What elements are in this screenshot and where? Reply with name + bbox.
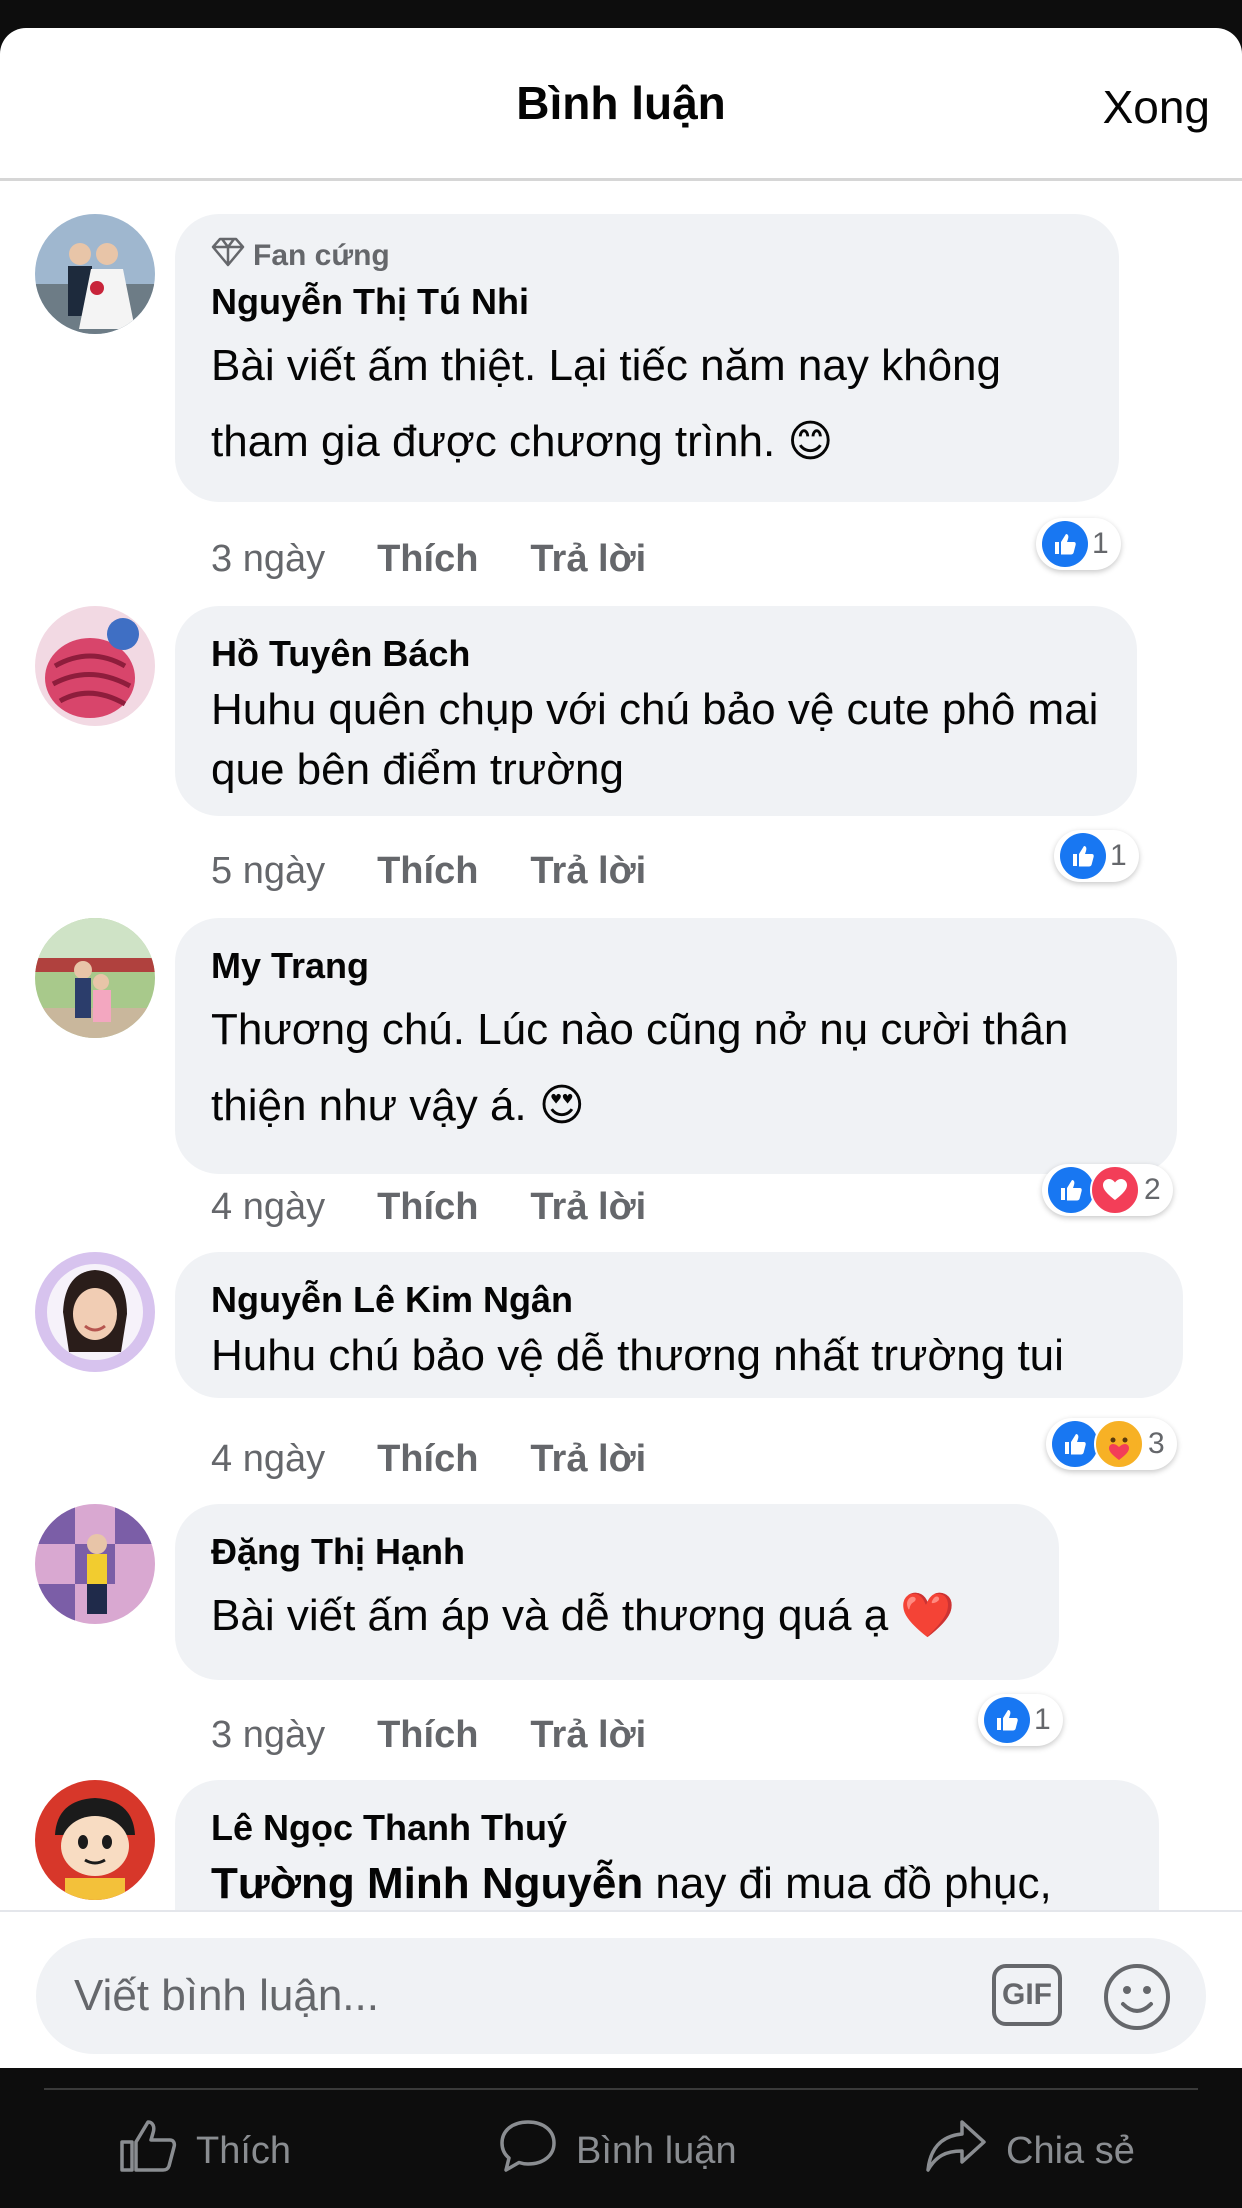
like-action[interactable]: Thích xyxy=(377,850,478,893)
comment-bubble: Nguyễn Lê Kim Ngân Huhu chú bảo vệ dễ th… xyxy=(175,1252,1183,1398)
comment-bubble-icon xyxy=(498,2118,558,2184)
comment-author[interactable]: Nguyễn Thị Tú Nhi xyxy=(211,276,1083,328)
comment-meta: 3 ngày Thích Trả lời xyxy=(211,1714,646,1757)
reply-action[interactable]: Trả lời xyxy=(530,1186,646,1229)
share-tab-label: Chia sẻ xyxy=(1006,2129,1135,2172)
post-action-bar: Thích Bình luận Chia sẻ xyxy=(0,2068,1242,2208)
like-reaction-icon xyxy=(984,1697,1030,1743)
reaction-count: 2 xyxy=(1144,1173,1161,1206)
avatar[interactable] xyxy=(35,1504,155,1624)
like-tab-button[interactable]: Thích xyxy=(118,2118,291,2184)
divider xyxy=(44,2088,1198,2090)
comment-text: Huhu chú bảo vệ dễ thương nhất trường tu… xyxy=(211,1331,1064,1380)
comment-composer-bar: Viết bình luận... GIF xyxy=(0,1910,1242,2068)
like-action[interactable]: Thích xyxy=(377,1714,478,1757)
mention-link[interactable]: Tường Minh Nguyễn xyxy=(211,1859,643,1908)
comment-text-rest: nay đi mua đồ phục, xyxy=(643,1859,1052,1908)
comment-input[interactable]: Viết bình luận... GIF xyxy=(36,1938,1206,2054)
like-reaction-icon xyxy=(1060,833,1106,879)
comment-author[interactable]: Hồ Tuyên Bách xyxy=(211,628,1101,680)
like-action[interactable]: Thích xyxy=(377,1186,478,1229)
comment-author[interactable]: Lê Ngọc Thanh Thuý xyxy=(211,1802,1123,1854)
reaction-count: 3 xyxy=(1148,1427,1165,1460)
comment-author[interactable]: My Trang xyxy=(211,940,1141,992)
like-tab-label: Thích xyxy=(196,2129,292,2172)
comment-tab-label: Bình luận xyxy=(576,2129,737,2172)
care-reaction-icon xyxy=(1094,1419,1144,1469)
comment-meta: 4 ngày Thích Trả lời xyxy=(211,1186,646,1229)
reaction-summary[interactable]: 1 xyxy=(1036,518,1121,570)
avatar[interactable] xyxy=(35,606,155,726)
comments-sheet: Bình luận Xong Fan cứng Nguyễn Thị Tú Nh… xyxy=(0,28,1242,2068)
comment-text: Huhu quên chụp với chú bảo vệ cute phô m… xyxy=(211,685,1099,794)
comment-bubble: Đặng Thị Hạnh Bài viết ấm áp và dễ thươn… xyxy=(175,1504,1059,1680)
share-arrow-icon xyxy=(924,2118,988,2184)
comment-time: 5 ngày xyxy=(211,850,326,892)
comment-bubble: My Trang Thương chú. Lúc nào cũng nở nụ … xyxy=(175,918,1177,1174)
like-reaction-icon xyxy=(1052,1421,1098,1467)
reaction-summary[interactable]: 2 xyxy=(1042,1164,1173,1216)
comment-time: 3 ngày xyxy=(211,1714,326,1756)
reaction-count: 1 xyxy=(1034,1703,1051,1736)
comment-text: Tường Minh Nguyễn nay đi mua đồ phục, xyxy=(211,1854,1123,1914)
avatar[interactable] xyxy=(35,214,155,334)
reaction-count: 1 xyxy=(1092,527,1109,560)
avatar[interactable] xyxy=(35,918,155,1038)
emoji-icon[interactable] xyxy=(1102,1962,1172,2037)
like-reaction-icon xyxy=(1048,1167,1094,1213)
comment-tab-button[interactable]: Bình luận xyxy=(498,2118,737,2184)
comment-bubble: Hồ Tuyên Bách Huhu quên chụp với chú bảo… xyxy=(175,606,1137,816)
comment-input-placeholder: Viết bình luận... xyxy=(74,1971,379,2020)
reaction-count: 1 xyxy=(1110,839,1127,872)
heart-reaction-icon xyxy=(1090,1165,1140,1215)
comment-meta: 4 ngày Thích Trả lời xyxy=(211,1438,646,1481)
avatar[interactable] xyxy=(35,1252,155,1372)
reaction-summary[interactable]: 3 xyxy=(1046,1418,1177,1470)
badge-label: Fan cứng xyxy=(253,239,390,272)
comment-text: Bài viết ấm áp và dễ thương quá ạ ❤️ xyxy=(211,1591,956,1640)
share-tab-button[interactable]: Chia sẻ xyxy=(924,2118,1135,2184)
comment-author[interactable]: Nguyễn Lê Kim Ngân xyxy=(211,1274,1147,1326)
reply-action[interactable]: Trả lời xyxy=(530,538,646,581)
gif-button[interactable]: GIF xyxy=(992,1964,1062,2026)
comment-time: 4 ngày xyxy=(211,1186,326,1228)
page-title: Bình luận xyxy=(516,77,726,129)
reply-action[interactable]: Trả lời xyxy=(530,1438,646,1481)
comment-time: 4 ngày xyxy=(211,1438,326,1480)
thumbs-up-icon xyxy=(118,2118,178,2184)
fan-badge: Fan cứng xyxy=(211,236,1083,276)
comment-meta: 3 ngày Thích Trả lời xyxy=(211,538,646,581)
comment-bubble: Fan cứng Nguyễn Thị Tú Nhi Bài viết ấm t… xyxy=(175,214,1119,502)
like-action[interactable]: Thích xyxy=(377,538,478,581)
comment-text: Thương chú. Lúc nào cũng nở nụ cười thân… xyxy=(211,1005,1069,1130)
comment-meta: 5 ngày Thích Trả lời xyxy=(211,850,646,893)
reaction-summary[interactable]: 1 xyxy=(978,1694,1063,1746)
comment-time: 3 ngày xyxy=(211,538,326,580)
comment-text: Bài viết ấm thiệt. Lại tiếc năm nay khôn… xyxy=(211,341,1001,466)
comment-author[interactable]: Đặng Thị Hạnh xyxy=(211,1526,1023,1578)
diamond-icon xyxy=(211,237,245,275)
reaction-summary[interactable]: 1 xyxy=(1054,830,1139,882)
done-button[interactable]: Xong xyxy=(1103,80,1210,134)
reply-action[interactable]: Trả lời xyxy=(530,1714,646,1757)
reply-action[interactable]: Trả lời xyxy=(530,850,646,893)
like-action[interactable]: Thích xyxy=(377,1438,478,1481)
like-reaction-icon xyxy=(1042,521,1088,567)
avatar[interactable] xyxy=(35,1780,155,1900)
header: Bình luận Xong xyxy=(0,28,1242,181)
